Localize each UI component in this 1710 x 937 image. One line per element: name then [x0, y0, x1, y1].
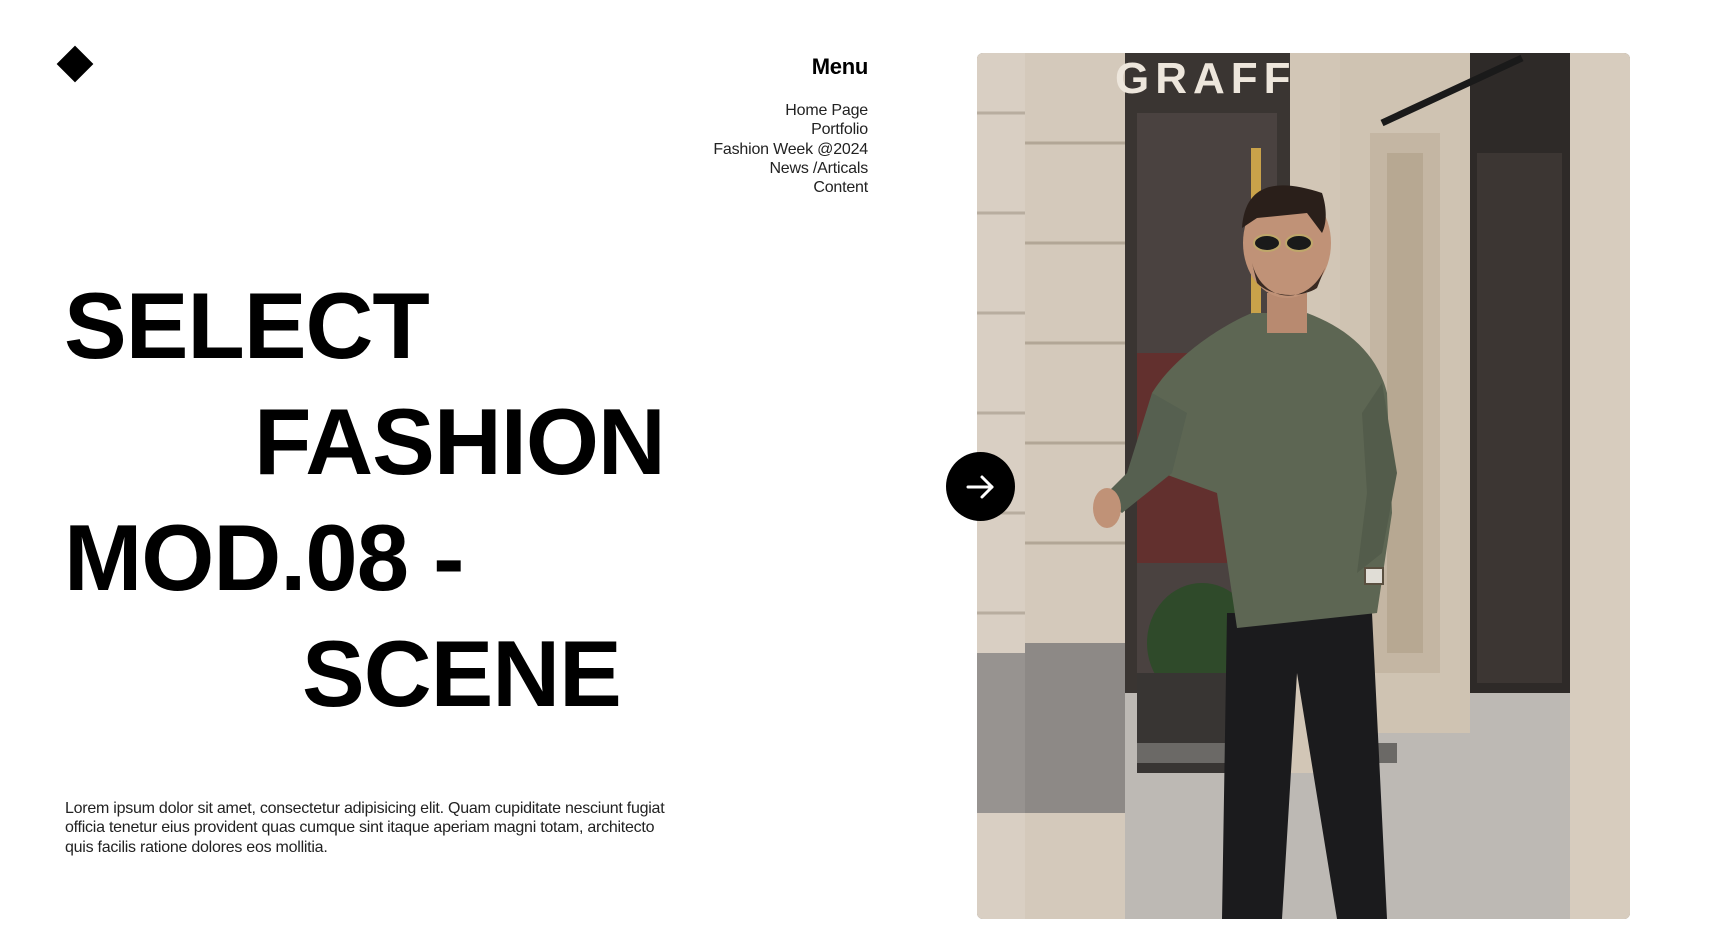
headline-line-1: SELECT [64, 273, 430, 378]
menu-item-content[interactable]: Content [713, 178, 868, 197]
hero-headline: SELECT FASHION MOD.08 - SCENE [64, 268, 666, 732]
menu-item-home-page[interactable]: Home Page [713, 101, 868, 120]
main-menu: Menu Home Page Portfolio Fashion Week @2… [713, 54, 868, 197]
menu-item-news-articals[interactable]: News /Articals [713, 159, 868, 178]
menu-item-portfolio[interactable]: Portfolio [713, 120, 868, 139]
menu-item-fashion-week[interactable]: Fashion Week @2024 [713, 140, 868, 159]
arrow-right-icon [966, 475, 993, 498]
page: Menu Home Page Portfolio Fashion Week @2… [0, 0, 1710, 937]
headline-line-4: SCENE [302, 621, 622, 726]
headline-line-2: FASHION [254, 389, 666, 494]
storefront-sign: GRAFF [1115, 54, 1297, 103]
diamond-logo-icon[interactable] [56, 45, 94, 83]
menu-list: Home Page Portfolio Fashion Week @2024 N… [713, 101, 868, 197]
next-slide-button[interactable] [946, 452, 1015, 521]
menu-title: Menu [811, 54, 869, 79]
hero-image: GRAFF [977, 53, 1630, 919]
description-text: Lorem ipsum dolor sit amet, consectetur … [65, 800, 665, 856]
headline-line-3: MOD.08 - [64, 505, 464, 610]
